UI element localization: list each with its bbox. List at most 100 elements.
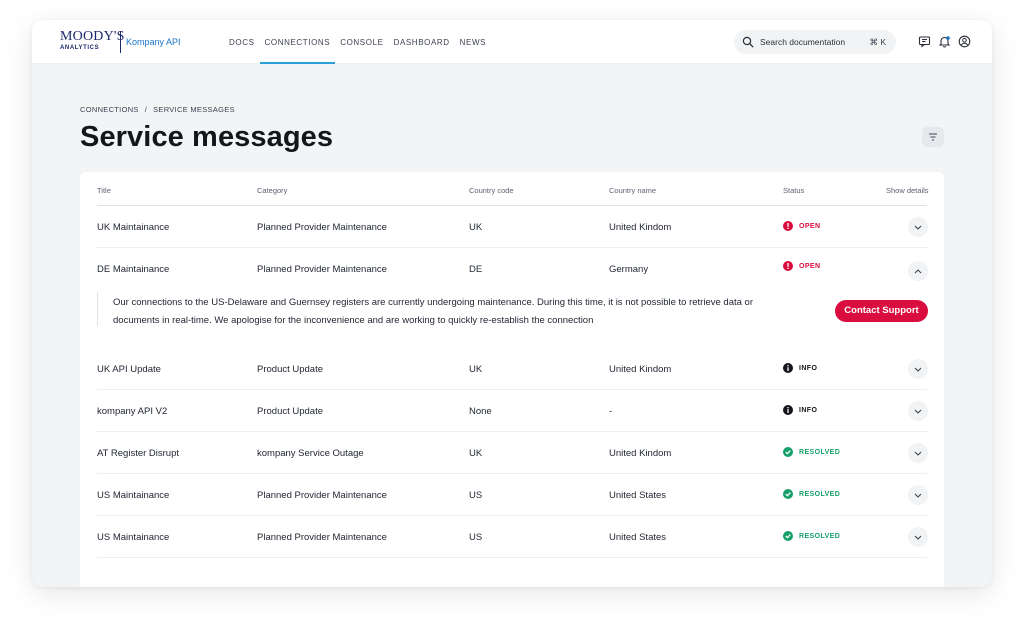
row-country-name: United Kindom [609, 364, 672, 375]
row-category: Planned Provider Maintenance [257, 222, 387, 233]
chevron-down-icon [914, 535, 922, 540]
status-badge: INFO [783, 363, 817, 373]
chevron-down-icon [914, 367, 922, 372]
search-placeholder: Search documentation [760, 37, 846, 47]
table-row[interactable]: DE Maintainance Planned Provider Maintena… [97, 248, 928, 290]
bell-icon[interactable] [938, 35, 951, 53]
row-country-code: US [469, 532, 483, 543]
row-country-code: US [469, 490, 483, 501]
show-details-button[interactable] [908, 261, 928, 281]
row-category: Product Update [257, 364, 324, 375]
row-country-code: UK [469, 364, 483, 375]
logo-divider [120, 31, 121, 53]
search-shortcut: ⌘ K [869, 37, 886, 47]
status-text: OPEN [799, 222, 821, 230]
row-category: kompany Service Outage [257, 448, 364, 459]
column-category: Category [257, 186, 288, 195]
status-text: INFO [799, 406, 818, 414]
breadcrumb-connections[interactable]: CONNECTIONS [80, 105, 139, 114]
row-title: US Maintainance [97, 532, 170, 543]
check-icon [783, 531, 793, 541]
nav-dashboard[interactable]: DASHBOARD [389, 20, 455, 64]
contact-support-button[interactable]: Contact Support [835, 300, 928, 322]
main-nav: DOCS CONNECTIONS CONSOLE DASHBOARD NEWS [224, 20, 491, 64]
alert-icon [783, 261, 793, 271]
product-name[interactable]: Kompany API [126, 37, 181, 47]
filter-button[interactable] [922, 127, 944, 147]
logo-sub-text: ANALYTICS [60, 45, 100, 51]
account-icon[interactable] [958, 35, 971, 53]
table-row[interactable]: US Maintainance Planned Provider Maintena… [97, 474, 928, 516]
feedback-icon[interactable] [918, 35, 931, 53]
chevron-up-icon [914, 269, 922, 274]
status-badge: OPEN [783, 261, 820, 271]
breadcrumb-service-messages: SERVICE MESSAGES [153, 105, 235, 114]
status-badge: RESOLVED [783, 447, 840, 457]
show-details-button[interactable] [908, 401, 928, 421]
row-title: AT Register Disrupt [97, 448, 180, 459]
service-messages-table: Title Category Country code Country name… [80, 172, 944, 587]
table-row[interactable]: UK Maintainance Planned Provider Maintena… [97, 206, 928, 248]
chevron-down-icon [914, 225, 922, 230]
check-icon [783, 447, 793, 457]
filter-icon [929, 133, 937, 141]
column-country-code: Country code [469, 186, 514, 195]
row-country-name: - [609, 406, 613, 417]
nav-connections[interactable]: CONNECTIONS [259, 20, 336, 64]
top-header: MOODY'S ANALYTICS Kompany API DOCS CONNE… [32, 20, 992, 64]
chevron-down-icon [914, 493, 922, 498]
row-title: UK API Update [97, 364, 161, 375]
show-details-button[interactable] [908, 485, 928, 505]
info-icon [783, 405, 793, 415]
check-icon [783, 489, 793, 499]
row-title: US Maintainance [97, 490, 170, 501]
row-country-code: UK [469, 222, 483, 233]
row-country-code: None [469, 406, 492, 417]
breadcrumb: CONNECTIONS / SERVICE MESSAGES [80, 105, 235, 114]
show-details-button[interactable] [908, 359, 928, 379]
row-detail-panel: Our connections to the US-Delaware and G… [97, 289, 928, 345]
moodys-logo[interactable]: MOODY'S ANALYTICS [60, 29, 125, 52]
show-details-button[interactable] [908, 443, 928, 463]
row-category: Product Update [257, 406, 324, 417]
row-category: Planned Provider Maintenance [257, 490, 387, 501]
status-badge: RESOLVED [783, 531, 840, 541]
table-row[interactable]: AT Register Disrupt kompany Service Outag… [97, 432, 928, 474]
row-country-code: DE [469, 264, 483, 275]
chevron-down-icon [914, 409, 922, 414]
info-icon [783, 363, 793, 373]
nav-console[interactable]: CONSOLE [335, 20, 388, 64]
detail-message: Our connections to the US-Delaware and G… [113, 297, 753, 326]
detail-accent-line [97, 292, 98, 326]
status-text: INFO [799, 364, 818, 372]
nav-docs[interactable]: DOCS [224, 20, 260, 64]
status-badge: INFO [783, 405, 817, 415]
table-row[interactable]: UK API Update Product Update UK United Kind… [97, 348, 928, 390]
nav-news[interactable]: NEWS [455, 20, 491, 64]
column-status: Status [783, 186, 805, 195]
status-text: RESOLVED [799, 490, 841, 498]
row-title: DE Maintainance [97, 264, 170, 275]
logo-main-text: MOODY'S [60, 29, 125, 44]
column-country-name: Country name [609, 186, 657, 195]
table-row[interactable]: kompany API V2 Product Update None - INFO [97, 390, 928, 432]
app-window: MOODY'S ANALYTICS Kompany API DOCS CONNE… [32, 20, 992, 587]
column-title: Title [97, 186, 111, 195]
row-country-name: Germany [609, 264, 649, 275]
breadcrumb-separator: / [144, 105, 148, 114]
row-country-name: United Kindom [609, 448, 672, 459]
status-text: RESOLVED [799, 448, 841, 456]
row-title: kompany API V2 [97, 406, 168, 417]
row-country-name: United Kindom [609, 222, 672, 233]
row-country-code: UK [469, 448, 483, 459]
show-details-button[interactable] [908, 217, 928, 237]
row-title: UK Maintainance [97, 222, 170, 233]
search-bar[interactable]: Search documentation ⌘ K [734, 30, 896, 54]
column-show-details: Show details [886, 186, 929, 195]
page-title: Service messages [80, 121, 334, 153]
show-details-button[interactable] [908, 527, 928, 547]
search-icon [742, 35, 754, 53]
table-row[interactable]: US Maintainance Planned Provider Maintena… [97, 516, 928, 558]
row-country-name: United States [609, 532, 667, 543]
row-category: Planned Provider Maintenance [257, 532, 387, 543]
